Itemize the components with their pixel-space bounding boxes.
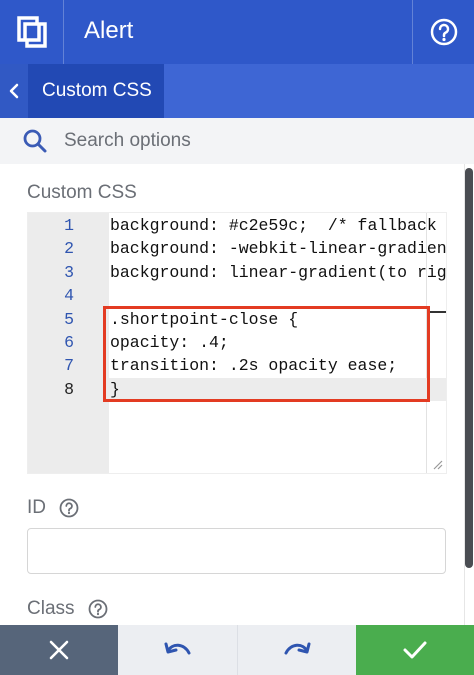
undo-button[interactable] [118,625,237,675]
code-text: background: linear-gradient(to right [110,262,447,282]
code-line[interactable]: 1 background: #c2e59c; /* fallback fo [28,214,447,237]
code-text: background: -webkit-linear-gradient( [110,239,447,259]
id-input[interactable] [27,528,446,574]
custom-css-label: Custom CSS [27,182,137,203]
bottom-action-bar [0,625,474,675]
highlight-annotation [103,306,430,402]
question-circle-icon [430,18,458,46]
line-number: 3 [64,262,74,282]
search-bar [0,118,474,164]
page-title: Alert [84,17,134,44]
line-number: 6 [64,333,74,352]
code-line[interactable]: 2 background: -webkit-linear-gradient( [28,237,447,260]
logo[interactable] [0,0,64,64]
line-number: 1 [64,216,74,235]
resize-handle-icon[interactable] [431,458,443,470]
redo-button[interactable] [237,625,356,675]
line-number: 8 [64,379,74,399]
search-input[interactable] [64,126,444,156]
close-icon [49,640,69,660]
redo-icon [284,642,311,655]
sub-navigation: Custom CSS [0,64,474,118]
shortpoint-logo-icon [17,16,47,48]
line-number: 2 [64,239,74,259]
line-number: 5 [64,309,74,329]
line-number: 4 [64,286,74,306]
back-button[interactable] [0,64,28,118]
search-icon [23,129,47,153]
code-line[interactable]: 3 background: linear-gradient(to right [28,261,447,284]
app-header: Alert [0,0,474,64]
check-icon [403,641,427,659]
class-label-text: Class [27,598,75,619]
id-help-icon[interactable] [59,498,79,518]
undo-icon [164,642,190,655]
cancel-button[interactable] [0,625,118,675]
tab-label: Custom CSS [42,80,152,101]
code-text: background: #c2e59c; /* fallback fo [110,216,447,235]
panel-scrollbar-thumb[interactable] [465,168,473,568]
line-number: 7 [64,356,74,376]
id-label-text: ID [27,497,46,518]
chevron-left-icon [9,83,19,99]
tab-custom-css[interactable]: Custom CSS [28,64,164,118]
code-line[interactable]: 4 [28,284,446,307]
class-field-label: Class [27,598,108,620]
save-button[interactable] [356,625,474,675]
id-field-label: ID [27,497,79,519]
help-button[interactable] [412,0,474,64]
class-help-icon[interactable] [88,599,108,619]
